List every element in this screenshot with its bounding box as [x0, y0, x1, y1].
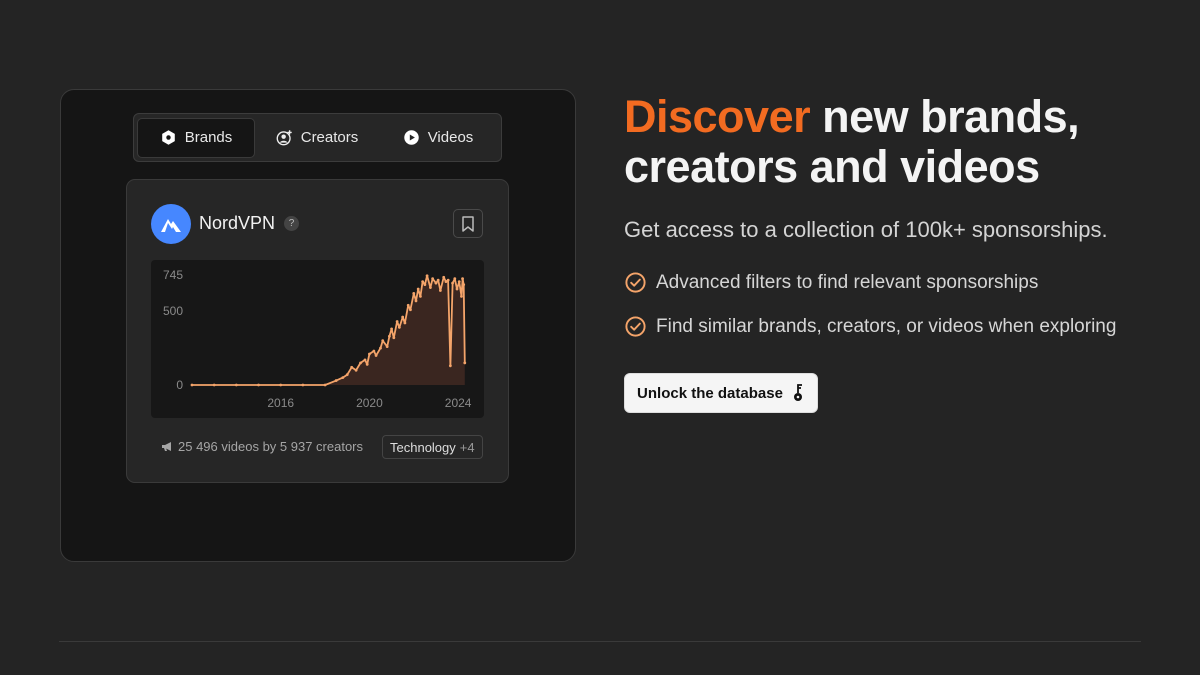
megaphone-icon: [162, 442, 171, 451]
bookmark-button[interactable]: [453, 209, 483, 238]
category-label: Technology: [390, 439, 456, 455]
sponsorship-stats: 25 496 videos by 5 937 creators: [161, 439, 363, 454]
x-tick-label: 2024: [445, 396, 472, 410]
data-point: [414, 299, 418, 303]
data-point: [453, 277, 457, 281]
category-more: +4: [459, 439, 475, 455]
data-point: [442, 275, 446, 279]
series-area: [192, 275, 465, 385]
data-point: [190, 383, 194, 387]
data-point: [416, 287, 420, 291]
data-point: [363, 358, 367, 362]
data-point: [462, 283, 466, 286]
tab-videos[interactable]: Videos: [379, 118, 497, 158]
data-point: [345, 373, 349, 377]
data-point: [421, 280, 425, 284]
data-point: [379, 346, 382, 350]
tab-brands-label: Brands: [184, 129, 233, 146]
subheadline: Get access to a collection of 100k+ spon…: [624, 217, 1108, 242]
data-point: [401, 315, 405, 319]
data-point: [354, 368, 358, 372]
data-point: [451, 281, 454, 285]
data-point: [234, 383, 238, 387]
y-tick-label: 745: [163, 268, 183, 282]
data-point: [434, 281, 438, 285]
x-tick-label: 2020: [356, 396, 383, 410]
tab-creators[interactable]: Creators: [255, 118, 379, 158]
headline-accent: Discover: [624, 91, 811, 142]
data-point: [381, 339, 385, 343]
category-tag[interactable]: Technology +4: [382, 435, 483, 459]
bookmark-icon: [462, 215, 474, 232]
data-point: [419, 295, 422, 298]
data-point: [341, 376, 345, 380]
total-text: 25 496 videos by 5 937 creators: [178, 439, 364, 454]
data-point: [387, 334, 391, 338]
data-point: [390, 327, 393, 331]
data-point: [446, 278, 450, 282]
data-point: [212, 383, 216, 387]
data-point: [372, 349, 376, 353]
data-point: [368, 352, 371, 356]
data-point: [365, 362, 369, 366]
data-point: [403, 321, 407, 325]
tab-creators-label: Creators: [300, 129, 359, 146]
data-point: [334, 379, 338, 382]
user-plus-icon: [276, 130, 292, 146]
key-icon: [793, 384, 802, 401]
cta-label: Unlock the database: [637, 384, 783, 402]
help-icon[interactable]: ?: [284, 216, 299, 231]
footer-divider: [59, 641, 1141, 642]
data-point: [397, 326, 401, 329]
nordvpn-logo: [151, 204, 191, 244]
unlock-database-button[interactable]: Unlock the database: [624, 373, 818, 413]
data-point: [460, 295, 463, 298]
data-point: [392, 336, 396, 340]
data-point: [431, 277, 435, 281]
feature-item: Find similar brands, creators, or videos…: [624, 315, 1116, 338]
data-point: [301, 383, 305, 387]
data-point: [463, 361, 467, 365]
data-point: [436, 278, 440, 282]
data-point: [359, 361, 362, 365]
hexagon-icon: [161, 130, 175, 145]
data-point: [257, 383, 260, 387]
data-point: [395, 320, 399, 323]
feature-item: Advanced filters to find relevant sponso…: [624, 271, 1038, 294]
feature-text: Find similar brands, creators, or videos…: [656, 315, 1117, 337]
data-point: [429, 286, 432, 289]
tab-videos-label: Videos: [427, 129, 474, 146]
data-point: [461, 277, 464, 281]
data-point: [406, 303, 410, 307]
data-point: [374, 354, 378, 357]
data-point: [409, 308, 412, 312]
data-point: [438, 289, 442, 292]
brand-name[interactable]: NordVPN: [199, 213, 275, 234]
data-point: [423, 283, 427, 286]
data-point: [279, 383, 283, 387]
sponsorship-chart: 745 500 0 2016 2020 2024: [151, 260, 484, 418]
check-circle-icon: [625, 316, 646, 337]
y-tick-label: 0: [176, 378, 183, 392]
data-point: [457, 280, 461, 284]
data-point: [455, 287, 459, 291]
play-icon: [403, 130, 419, 145]
tab-brands[interactable]: Brands: [137, 117, 255, 158]
check-circle-icon: [625, 272, 646, 293]
data-point: [350, 365, 354, 369]
feature-text: Advanced filters to find relevant sponso…: [656, 271, 1039, 293]
x-tick-label: 2016: [267, 396, 294, 410]
y-tick-label: 500: [163, 304, 183, 318]
chart-svg: 745 500 0 2016 2020 2024: [163, 268, 472, 410]
data-point: [425, 274, 429, 278]
data-point: [385, 345, 389, 349]
data-point: [323, 383, 327, 387]
tab-bar: Brands Creators Videos: [133, 113, 502, 162]
data-point: [412, 292, 416, 295]
headline: Discover new brands, creators and videos: [624, 92, 1144, 192]
data-point: [448, 364, 452, 368]
